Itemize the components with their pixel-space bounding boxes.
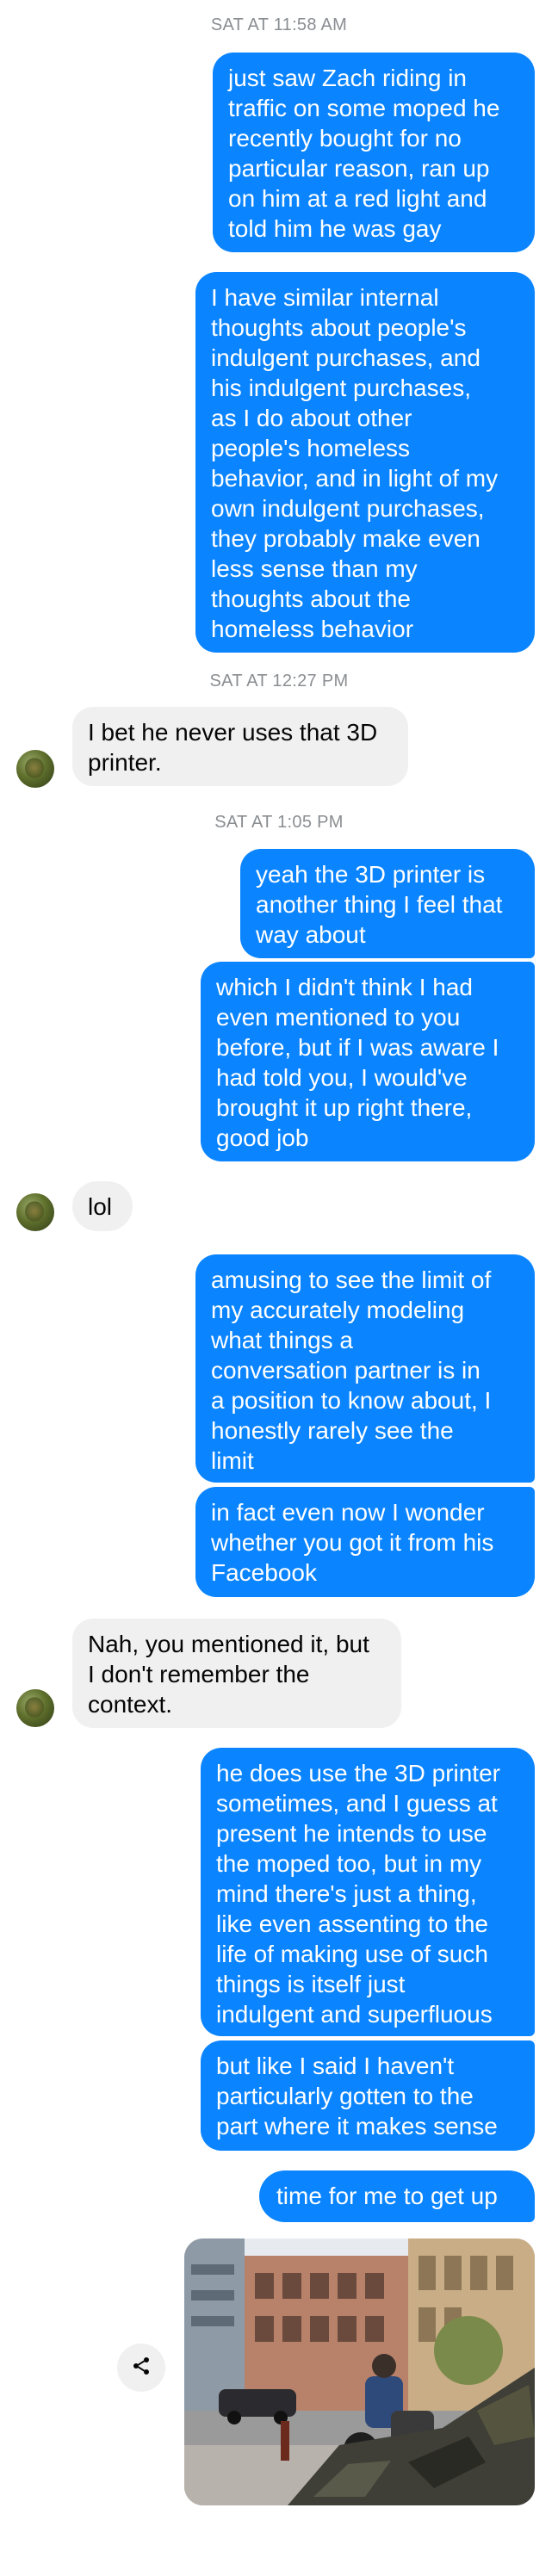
message-outgoing[interactable]: I have similar internal thoughts about p… bbox=[195, 272, 535, 653]
message-incoming[interactable]: I bet he never uses that 3D printer. bbox=[72, 707, 408, 786]
photo-attachment[interactable] bbox=[184, 2239, 535, 2505]
contact-avatar[interactable] bbox=[16, 1193, 54, 1231]
share-icon bbox=[131, 2356, 152, 2381]
message-outgoing[interactable]: but like I said I haven't particularly g… bbox=[201, 2040, 535, 2151]
street-photo bbox=[184, 2239, 535, 2505]
share-button[interactable] bbox=[117, 2344, 165, 2392]
contact-avatar[interactable] bbox=[16, 1689, 54, 1727]
message-incoming[interactable]: lol bbox=[72, 1181, 133, 1231]
message-outgoing[interactable]: in fact even now I wonder whether you go… bbox=[195, 1487, 535, 1597]
message-outgoing[interactable]: yeah the 3D printer is another thing I f… bbox=[240, 849, 535, 958]
timestamp: SAT AT 11:58 AM bbox=[210, 15, 348, 34]
contact-avatar[interactable] bbox=[16, 750, 54, 788]
message-outgoing[interactable]: time for me to get up bbox=[259, 2170, 535, 2222]
timestamp: SAT AT 12:27 PM bbox=[209, 672, 349, 690]
message-outgoing[interactable]: just saw Zach riding in traffic on some … bbox=[213, 53, 535, 252]
message-outgoing[interactable]: he does use the 3D printer sometimes, an… bbox=[201, 1748, 535, 2036]
message-incoming[interactable]: Nah, you mentioned it, but I don't remem… bbox=[72, 1619, 401, 1728]
timestamp: SAT AT 1:05 PM bbox=[214, 813, 344, 832]
message-outgoing[interactable]: amusing to see the limit of my accuratel… bbox=[195, 1254, 535, 1483]
message-outgoing[interactable]: which I didn't think I had even mentione… bbox=[201, 962, 535, 1161]
